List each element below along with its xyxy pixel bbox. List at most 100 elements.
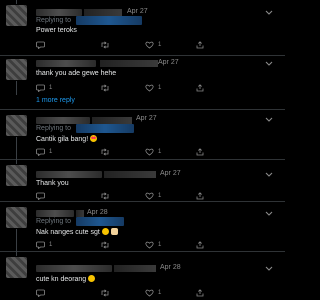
tweet-1[interactable]: Apr 27 Replying to Power teroks 1	[0, 0, 285, 56]
reply-icon	[36, 192, 45, 200]
redacted-mention-link[interactable]	[76, 217, 124, 226]
like-button[interactable]: 1	[145, 191, 161, 201]
redacted-handle	[114, 265, 156, 272]
like-button[interactable]: 1	[145, 40, 161, 50]
smiling-emoji	[101, 228, 109, 235]
avatar[interactable]	[6, 165, 27, 186]
redacted-username	[36, 9, 82, 16]
reply-button[interactable]	[36, 288, 49, 298]
share-button[interactable]	[196, 147, 204, 157]
like-button[interactable]: 1	[145, 83, 161, 93]
thread-line	[16, 0, 17, 4]
reply-button[interactable]	[36, 191, 49, 201]
replying-to-label: Replying to	[36, 125, 72, 132]
redacted-mention-link[interactable]	[76, 16, 142, 25]
chevron-down-icon[interactable]	[264, 8, 274, 16]
tweet-5[interactable]: Apr 28 Replying to Nak nanges cute sgt 1…	[0, 202, 285, 252]
rock-hand-emoji	[110, 228, 118, 235]
share-icon	[196, 289, 204, 297]
tweet-date[interactable]: Apr 27	[136, 115, 157, 122]
replying-to-label: Replying to	[36, 218, 72, 225]
chevron-down-icon[interactable]	[264, 209, 274, 217]
like-icon	[145, 41, 154, 49]
share-icon	[196, 241, 204, 249]
share-button[interactable]	[196, 83, 204, 93]
retweet-button[interactable]	[100, 288, 114, 298]
like-count: 1	[158, 193, 162, 199]
retweet-icon	[101, 41, 109, 49]
retweet-icon	[101, 241, 109, 249]
tweet-actions: 1	[36, 191, 276, 201]
tweet-text-content: Nak nanges cute sgt	[36, 229, 100, 236]
replying-to-label: Replying to	[36, 17, 72, 24]
avatar[interactable]	[6, 207, 27, 228]
like-icon	[145, 148, 154, 156]
redacted-handle	[100, 60, 158, 67]
chevron-down-icon[interactable]	[264, 170, 274, 178]
thread-line	[16, 160, 17, 164]
tweet-text: Nak nanges cute sgt	[36, 228, 118, 236]
redacted-username	[36, 265, 112, 272]
tweet-date[interactable]: Apr 28	[160, 264, 181, 271]
retweet-button[interactable]	[100, 147, 114, 157]
share-button[interactable]	[196, 191, 204, 201]
reply-icon	[36, 41, 45, 49]
reply-count: 1	[49, 85, 53, 91]
like-icon	[145, 241, 154, 249]
redacted-handle	[84, 9, 122, 16]
retweet-button[interactable]	[100, 83, 114, 93]
tweet-text: thank you ade gewe hehe	[36, 70, 117, 77]
redacted-mention-link[interactable]	[76, 124, 134, 133]
retweet-button[interactable]	[100, 40, 114, 50]
share-button[interactable]	[196, 288, 204, 298]
like-button[interactable]: 1	[145, 240, 161, 250]
tweet-4[interactable]: Apr 27 Thank you 1	[0, 160, 285, 202]
share-button[interactable]	[196, 240, 204, 250]
like-icon	[145, 289, 154, 297]
like-button[interactable]: 1	[145, 288, 161, 298]
tweet-actions: 1 1	[36, 83, 276, 93]
tweet-3[interactable]: Apr 27 Replying to Cantik gila bang! 1 1	[0, 110, 285, 160]
reply-count: 1	[49, 242, 53, 248]
redacted-handle	[76, 210, 84, 217]
share-button[interactable]	[196, 40, 204, 50]
chevron-down-icon[interactable]	[264, 59, 274, 67]
redacted-handle	[92, 117, 132, 124]
redacted-username	[36, 171, 102, 178]
like-button[interactable]: 1	[145, 147, 161, 157]
reply-button[interactable]: 1	[36, 83, 52, 93]
chevron-down-icon[interactable]	[264, 264, 274, 272]
tweet-text: Power teroks	[36, 27, 77, 34]
tweet-text-content: Cantik gila bang!	[36, 136, 89, 143]
retweet-button[interactable]	[100, 191, 114, 201]
avatar[interactable]	[6, 59, 27, 80]
tweet-date[interactable]: Apr 27	[127, 8, 148, 15]
reply-icon	[36, 289, 45, 297]
reply-button[interactable]	[36, 40, 49, 50]
share-icon	[196, 148, 204, 156]
chevron-down-icon[interactable]	[264, 115, 274, 123]
tweet-date[interactable]: Apr 27	[158, 59, 179, 66]
reply-button[interactable]: 1	[36, 147, 52, 157]
retweet-icon	[101, 84, 109, 92]
redacted-username	[36, 210, 74, 217]
like-icon	[145, 84, 154, 92]
more-replies-link[interactable]: 1 more reply	[36, 97, 75, 104]
tweet-actions: 1 1	[36, 240, 276, 250]
retweet-icon	[101, 192, 109, 200]
tweet-date[interactable]: Apr 27	[160, 170, 181, 177]
tweet-text: cute kn deorang	[36, 275, 96, 283]
tweet-6[interactable]: Apr 28 cute kn deorang 1	[0, 252, 285, 300]
avatar[interactable]	[6, 115, 27, 136]
share-icon	[196, 41, 204, 49]
avatar[interactable]	[6, 257, 27, 278]
tweet-2[interactable]: Apr 27 thank you ade gewe hehe 1 1 1 mor…	[0, 56, 285, 110]
retweet-button[interactable]	[100, 240, 114, 250]
redacted-username	[36, 117, 90, 124]
reply-button[interactable]: 1	[36, 240, 52, 250]
avatar[interactable]	[6, 5, 27, 26]
tweet-text: Cantik gila bang!	[36, 135, 98, 143]
heart-eyes-emoji	[90, 135, 98, 142]
tweet-date[interactable]: Apr 28	[87, 209, 108, 216]
like-count: 1	[158, 42, 162, 48]
